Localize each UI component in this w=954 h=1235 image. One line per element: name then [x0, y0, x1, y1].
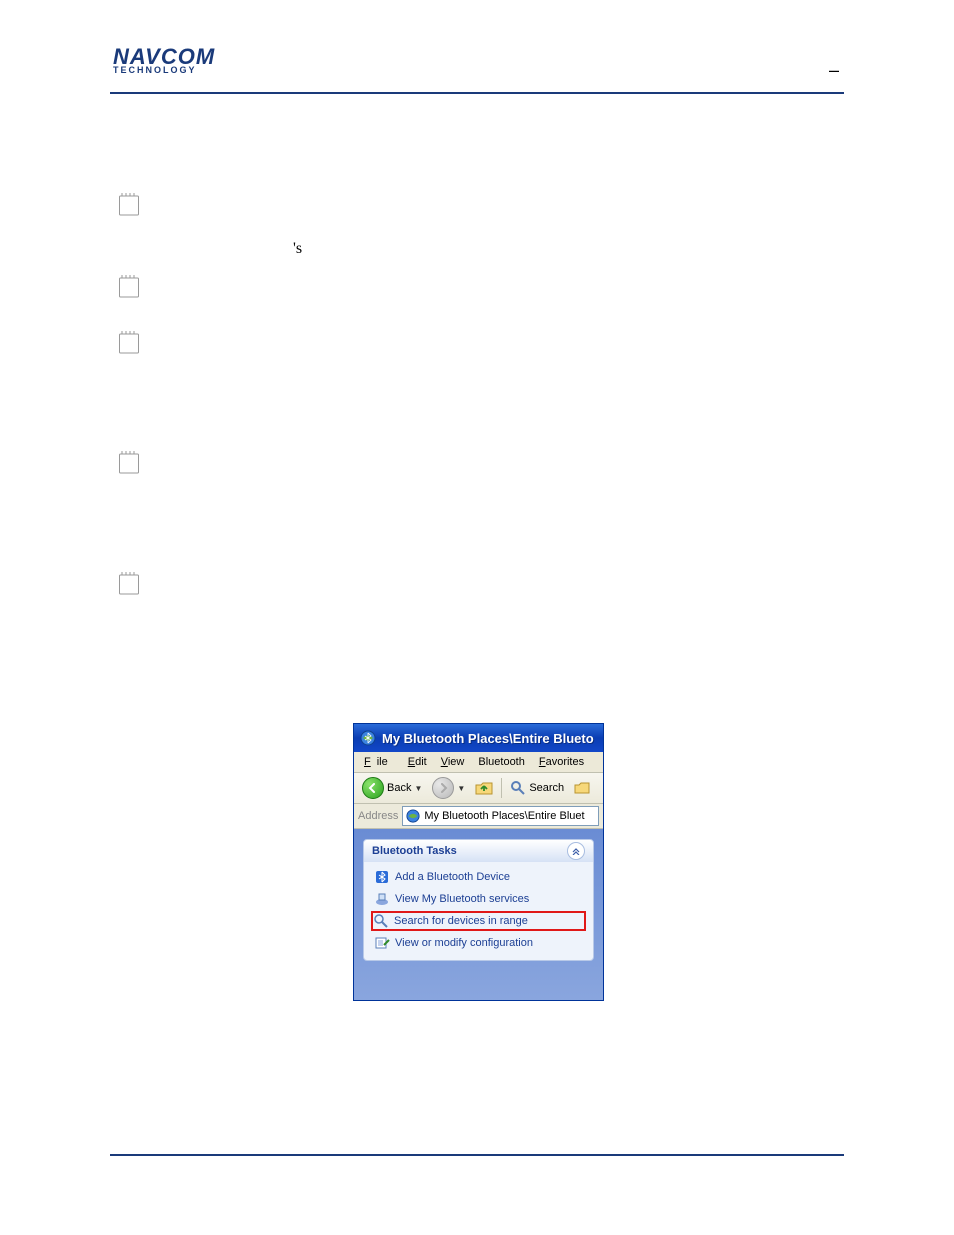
note-icon: [118, 274, 140, 298]
xp-explorer-window: My Bluetooth Places\Entire Blueto File E…: [353, 723, 604, 1001]
bluetooth-icon: [374, 869, 390, 885]
magnifier-icon: [373, 913, 389, 929]
configuration-icon: [374, 935, 390, 951]
logo: NAVCOM TECHNOLOGY: [113, 48, 215, 75]
menubar: File Edit View Bluetooth Favorites: [354, 752, 603, 773]
task-label: Search for devices in range: [394, 915, 528, 927]
back-label: Back: [387, 782, 411, 794]
collapse-icon[interactable]: [567, 842, 585, 860]
footer-divider: [110, 1154, 844, 1156]
dropdown-arrow-icon: ▼: [414, 784, 422, 793]
task-label: View or modify configuration: [395, 937, 533, 949]
menu-bluetooth[interactable]: Bluetooth: [472, 755, 530, 769]
magnifier-icon: [510, 780, 526, 796]
task-view-my-bluetooth-services[interactable]: View My Bluetooth services: [372, 890, 585, 908]
address-label: Address: [358, 810, 398, 822]
task-search-devices-in-range[interactable]: Search for devices in range: [371, 911, 586, 931]
tasks-list: Add a Bluetooth Device View My Bluetooth…: [364, 862, 593, 960]
note-icon: [118, 192, 140, 216]
note-icon: [118, 330, 140, 354]
tasks-header-label: Bluetooth Tasks: [372, 845, 457, 857]
search-label: Search: [529, 782, 564, 794]
menu-view[interactable]: View: [435, 755, 471, 769]
up-folder-icon: [475, 779, 493, 797]
note-icon: [118, 571, 140, 595]
page-header-dash: –: [829, 60, 839, 81]
back-arrow-icon: [362, 777, 384, 799]
apostrophe-s: 's: [293, 240, 302, 258]
back-button[interactable]: Back ▼: [358, 775, 426, 801]
window-title: My Bluetooth Places\Entire Blueto: [382, 731, 594, 746]
task-add-bluetooth-device[interactable]: Add a Bluetooth Device: [372, 868, 585, 886]
logo-main: NAVCOM: [113, 48, 215, 66]
header-divider: [110, 92, 844, 94]
search-button[interactable]: Search: [506, 778, 568, 798]
task-label: View My Bluetooth services: [395, 893, 529, 905]
address-bar: Address My Bluetooth Places\Entire Bluet: [354, 804, 603, 829]
tasks-header[interactable]: Bluetooth Tasks: [364, 840, 593, 862]
forward-button[interactable]: ▼: [428, 775, 469, 801]
toolbar-separator: [501, 778, 502, 798]
bluetooth-globe-icon: [406, 809, 420, 823]
task-view-or-modify-configuration[interactable]: View or modify configuration: [372, 934, 585, 952]
folders-button[interactable]: [570, 778, 594, 798]
address-field[interactable]: My Bluetooth Places\Entire Bluet: [402, 806, 599, 826]
menu-edit[interactable]: Edit: [402, 755, 433, 769]
note-icon: [118, 450, 140, 474]
menu-file[interactable]: File: [358, 755, 400, 769]
bluetooth-globe-icon: [360, 730, 376, 746]
services-icon: [374, 891, 390, 907]
forward-arrow-icon: [432, 777, 454, 799]
folders-icon: [574, 780, 590, 796]
task-label: Add a Bluetooth Device: [395, 871, 510, 883]
bluetooth-tasks-panel: Bluetooth Tasks Add a Bluetooth Device: [363, 839, 594, 961]
address-value: My Bluetooth Places\Entire Bluet: [424, 810, 584, 822]
toolbar: Back ▼ ▼: [354, 773, 603, 804]
explorer-body: Bluetooth Tasks Add a Bluetooth Device: [354, 829, 603, 1001]
up-button[interactable]: [471, 777, 497, 799]
menu-favorites[interactable]: Favorites: [533, 755, 590, 769]
titlebar[interactable]: My Bluetooth Places\Entire Blueto: [354, 724, 603, 752]
dropdown-arrow-icon: ▼: [457, 784, 465, 793]
